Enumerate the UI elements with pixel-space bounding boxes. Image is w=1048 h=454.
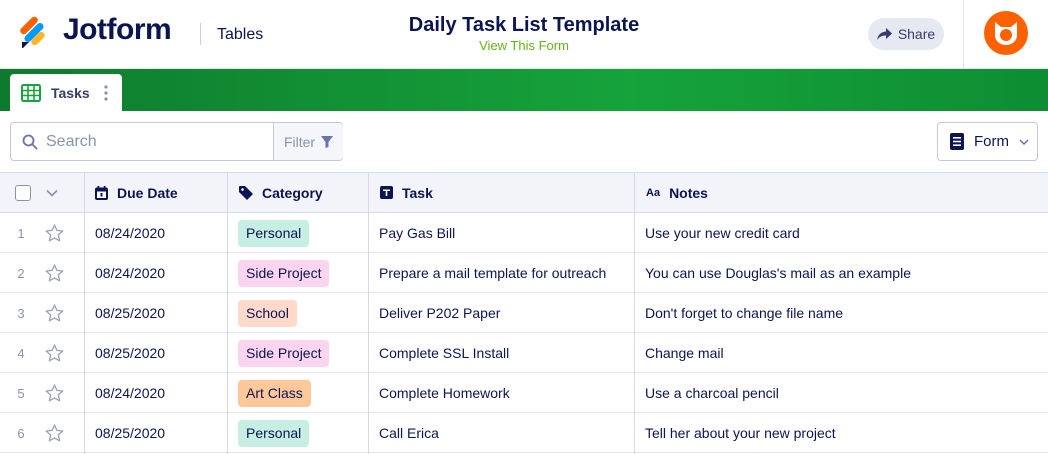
data-table: Due Date Category Task Aa Notes 1 08/24/2… (0, 172, 1048, 454)
notes-cell[interactable]: Change mail (645, 333, 724, 373)
column-divider (368, 173, 369, 454)
header-divider (200, 23, 201, 45)
column-label: Due Date (117, 184, 178, 201)
notes-cell[interactable]: Tell her about your new project (645, 413, 836, 453)
column-divider (634, 173, 635, 454)
category-cell[interactable]: Personal (238, 413, 310, 453)
row-number: 5 (17, 385, 25, 401)
category-tag: Side Project (238, 259, 330, 287)
star-icon[interactable] (42, 213, 66, 253)
kebab-menu-icon[interactable] (104, 84, 108, 101)
notes-cell[interactable]: Don't forget to change file name (645, 293, 843, 333)
share-label: Share (897, 26, 936, 42)
task-cell[interactable]: Complete SSL Install (379, 333, 509, 373)
funnel-icon (321, 135, 334, 148)
category-cell[interactable]: Art Class (238, 373, 311, 413)
tab-bar: Tasks (0, 69, 1048, 111)
share-arrow-icon (876, 28, 892, 40)
row-number: 2 (17, 265, 25, 281)
chevron-down-icon (1019, 138, 1029, 145)
category-cell[interactable]: Side Project (238, 333, 330, 373)
star-icon[interactable] (42, 373, 66, 413)
filter-button[interactable]: Filter (273, 123, 343, 160)
table-row[interactable]: 5 08/24/2020 Art Class Complete Homework Use… (0, 373, 1048, 413)
notes-cell[interactable]: Use your new credit card (645, 213, 800, 253)
column-divider (84, 173, 85, 454)
star-icon[interactable] (42, 413, 66, 453)
category-tag: School (238, 299, 297, 327)
podo-mascot-icon (995, 22, 1017, 45)
chevron-down-icon[interactable] (45, 186, 59, 200)
page-title: Daily Task List Template (408, 14, 640, 36)
table-row[interactable]: 6 08/25/2020 Personal Call Erica Tell her ab… (0, 413, 1048, 453)
column-divider (227, 173, 228, 454)
view-form-link[interactable]: View This Form (324, 38, 724, 53)
column-label: Notes (669, 184, 708, 201)
select-all-checkbox[interactable] (15, 185, 31, 201)
category-tag: Personal (238, 419, 310, 447)
task-cell[interactable]: Prepare a mail template for outreach (379, 253, 606, 293)
notes-cell[interactable]: You can use Douglas's mail as an example (645, 253, 911, 293)
brand-name[interactable]: Jotform (63, 13, 172, 47)
text-icon (380, 186, 393, 199)
notes-cell[interactable]: Use a charcoal pencil (645, 373, 779, 413)
row-number: 6 (17, 425, 25, 441)
task-cell[interactable]: Pay Gas Bill (379, 213, 455, 253)
calendar-icon (95, 185, 108, 200)
star-icon[interactable] (42, 253, 66, 293)
column-header-notes[interactable]: Aa Notes (635, 173, 708, 212)
category-cell[interactable]: Personal (238, 213, 310, 253)
search-input[interactable] (46, 124, 271, 159)
column-header-category[interactable]: Category (228, 173, 323, 212)
task-cell[interactable]: Complete Homework (379, 373, 510, 413)
due-date-cell[interactable]: 08/24/2020 (95, 213, 165, 253)
column-label: Category (262, 184, 323, 201)
category-cell[interactable]: Side Project (238, 253, 330, 293)
user-avatar[interactable] (984, 11, 1028, 55)
form-document-icon (950, 133, 964, 150)
due-date-cell[interactable]: 08/24/2020 (95, 253, 165, 293)
row-number: 1 (17, 225, 25, 241)
category-tag: Art Class (238, 379, 311, 407)
column-header-task[interactable]: Task (369, 173, 433, 212)
table-row[interactable]: 1 08/24/2020 Personal Pay Gas Bill Use your … (0, 213, 1048, 253)
category-cell[interactable]: School (238, 293, 297, 333)
star-icon[interactable] (42, 293, 66, 333)
row-number: 4 (17, 345, 25, 361)
column-header-due-date[interactable]: Due Date (84, 173, 178, 212)
column-label: Task (402, 184, 433, 201)
app-header: Jotform Tables Daily Task List Template … (0, 0, 1048, 69)
search-icon (22, 134, 38, 150)
category-tag: Personal (238, 219, 310, 247)
row-number: 3 (17, 305, 25, 321)
due-date-cell[interactable]: 08/24/2020 (95, 373, 165, 413)
task-cell[interactable]: Deliver P202 Paper (379, 293, 500, 333)
search-bar: Filter (10, 122, 343, 161)
category-tag: Side Project (238, 339, 330, 367)
table-row[interactable]: 2 08/24/2020 Side Project Prepare a mail te… (0, 253, 1048, 293)
due-date-cell[interactable]: 08/25/2020 (95, 293, 165, 333)
app-name[interactable]: Tables (217, 26, 263, 44)
due-date-cell[interactable]: 08/25/2020 (95, 333, 165, 373)
form-button[interactable]: Form (937, 122, 1038, 161)
due-date-cell[interactable]: 08/25/2020 (95, 413, 165, 453)
tag-icon (239, 185, 253, 200)
form-label: Form (974, 133, 1009, 150)
task-cell[interactable]: Call Erica (379, 413, 439, 453)
filter-label: Filter (283, 133, 316, 150)
table-row[interactable]: 4 08/25/2020 Side Project Complete SSL Inst… (0, 333, 1048, 373)
long-text-icon: Aa (646, 186, 661, 199)
share-button[interactable]: Share (868, 18, 944, 50)
table-grid-icon (21, 83, 41, 102)
star-icon[interactable] (42, 333, 66, 373)
table-header: Due Date Category Task Aa Notes (0, 173, 1048, 213)
header-separator (963, 0, 964, 69)
tab-label: Tasks (51, 84, 90, 101)
table-row[interactable]: 3 08/25/2020 School Deliver P202 Paper Don't… (0, 293, 1048, 333)
jotform-logo-icon[interactable] (20, 16, 50, 49)
tab-tasks[interactable]: Tasks (10, 74, 122, 111)
